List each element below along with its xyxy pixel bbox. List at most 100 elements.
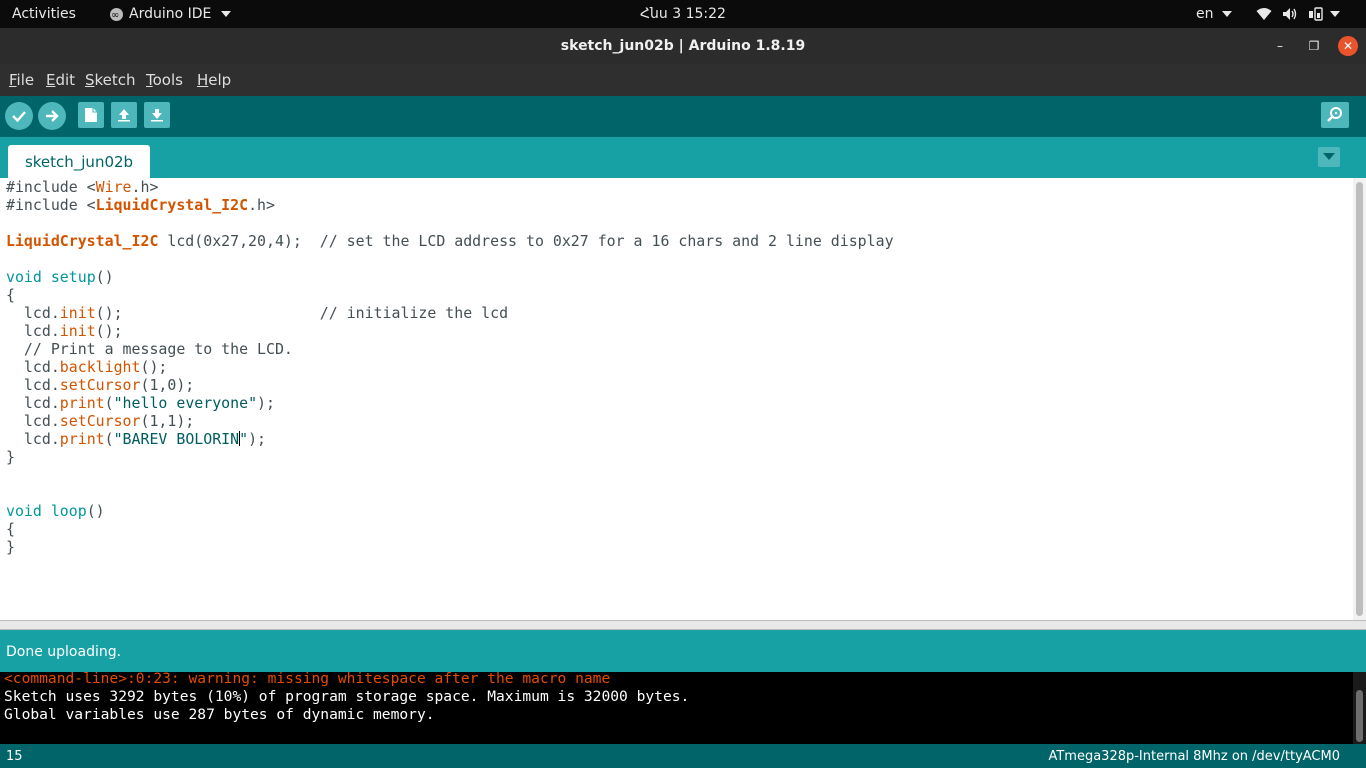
toolbar: [0, 96, 1366, 137]
language-label: en: [1196, 6, 1214, 22]
code-token: backlight: [59, 358, 141, 376]
code-editor[interactable]: #include <Wire.h> #include <LiquidCrystal…: [0, 178, 1353, 620]
chevron-down-icon: [221, 11, 232, 17]
code-token: );: [257, 394, 275, 412]
code-token: init: [59, 304, 96, 322]
code-token: (: [104, 394, 114, 412]
battery-icon: [1309, 7, 1323, 21]
close-button[interactable]: ✕: [1338, 36, 1358, 56]
arduino-app-icon: [110, 2, 123, 30]
menu-help[interactable]: Help: [197, 64, 231, 96]
editor-scrollbar[interactable]: [1353, 178, 1366, 620]
console-warning-line: <command-line>:0:23: warning: missing wh…: [4, 672, 611, 687]
new-sketch-button[interactable]: [78, 102, 104, 128]
scrollbar-thumb[interactable]: [1356, 690, 1363, 742]
code-token: .h>: [131, 178, 159, 196]
code-token: lcd(0x27,20,4);: [158, 232, 320, 250]
code-comment: // initialize the lcd: [319, 304, 509, 322]
scrollbar-thumb[interactable]: [1356, 182, 1363, 616]
chevron-down-icon: [1330, 11, 1340, 17]
magnifier-icon: [1327, 107, 1342, 122]
new-file-icon: [85, 108, 97, 122]
save-button[interactable]: [144, 102, 170, 128]
console-scrollbar[interactable]: [1353, 672, 1366, 744]
code-line: {: [6, 520, 15, 538]
chevron-down-icon: [1221, 11, 1232, 17]
code-line: lcd.setCursor(1,0);: [6, 376, 894, 394]
open-button[interactable]: [111, 102, 137, 128]
menu-label: ketch: [94, 71, 136, 89]
code-line: lcd.init(); // initialize the lcd: [6, 304, 894, 322]
code-line: }: [6, 448, 15, 466]
board-port-info: ATmega328p-Internal 8Mhz on /dev/ttyACM0: [1048, 749, 1340, 764]
code-token: (1,1);: [140, 412, 195, 430]
mnemonic: H: [197, 71, 209, 89]
code-line: lcd.setCursor(1,1);: [6, 412, 894, 430]
code-token: lcd.: [6, 304, 60, 322]
code-token: setCursor: [59, 376, 141, 394]
verify-button[interactable]: [5, 102, 33, 130]
volume-icon: [1283, 8, 1297, 20]
console-line: Global variables use 287 bytes of dynami…: [4, 706, 435, 723]
wifi-icon: [1256, 8, 1272, 20]
window-title: sketch_jun02b | Arduino 1.8.19: [560, 38, 806, 54]
code-text[interactable]: #include <Wire.h> #include <LiquidCrystal…: [6, 178, 894, 556]
menu-sketch[interactable]: Sketch: [85, 64, 136, 96]
code-token: lcd.: [6, 394, 60, 412]
code-token: #include <: [6, 178, 96, 196]
menu-edit[interactable]: Edit: [46, 64, 75, 96]
arrow-right-icon: [46, 110, 59, 122]
code-line: #include <LiquidCrystal_I2C.h>: [6, 196, 894, 214]
code-string: "BAREV BOLORIN: [113, 430, 240, 448]
triangle-down-icon: [1323, 153, 1335, 160]
code-line: lcd.print("hello everyone");: [6, 394, 894, 412]
code-token: lcd.: [6, 412, 60, 430]
window-title-bar[interactable]: sketch_jun02b | Arduino 1.8.19 – ❐ ✕: [0, 28, 1366, 64]
code-line: LiquidCrystal_I2C lcd(0x27,20,4); // set…: [6, 232, 894, 250]
code-token: init: [59, 322, 96, 340]
app-menu[interactable]: Arduino IDE: [110, 0, 232, 30]
code-token: .h>: [248, 196, 275, 214]
tab-menu-button[interactable]: [1318, 147, 1340, 167]
menu-bar: File Edit Sketch Tools Help: [0, 64, 1366, 96]
mnemonic: T: [146, 71, 153, 89]
maximize-button[interactable]: ❐: [1304, 36, 1324, 56]
code-line: #include <Wire.h>: [6, 178, 894, 196]
menu-label: elp: [208, 71, 232, 89]
menu-file[interactable]: File: [9, 64, 34, 96]
console-output[interactable]: <command-line>:0:23: warning: missing wh…: [0, 672, 1353, 744]
minimize-button[interactable]: –: [1270, 36, 1290, 56]
upload-button[interactable]: [38, 102, 66, 130]
splitter[interactable]: [0, 620, 1366, 630]
clock[interactable]: Հնս 3 15:22: [583, 0, 783, 28]
system-menu[interactable]: [1256, 0, 1340, 28]
tab-sketch[interactable]: sketch_jun02b: [8, 145, 150, 178]
input-language-menu[interactable]: en: [1196, 0, 1232, 28]
menu-label: ools: [152, 71, 183, 89]
code-line: // Print a message to the LCD.: [6, 340, 293, 358]
console-text: <command-line>:0:23: warning: missing wh…: [4, 672, 689, 724]
tab-strip: sketch_jun02b: [0, 137, 1366, 178]
code-token: (): [86, 502, 105, 520]
mnemonic: F: [9, 71, 17, 89]
code-token: (): [95, 268, 114, 286]
status-message: Done uploading.: [6, 644, 122, 660]
activities-button[interactable]: Activities: [12, 0, 76, 28]
code-token: ();: [140, 358, 168, 376]
status-bar: Done uploading.: [0, 630, 1366, 672]
system-top-bar: Activities Arduino IDE Հնս 3 15:22 en: [0, 0, 1366, 30]
code-line: lcd.init();: [6, 322, 894, 340]
serial-monitor-button[interactable]: [1321, 102, 1349, 128]
code-line: lcd.backlight();: [6, 358, 894, 376]
code-token: lcd.: [6, 376, 60, 394]
menu-tools[interactable]: Tools: [146, 64, 183, 96]
code-token: setCursor: [59, 412, 141, 430]
code-token: Wire: [95, 178, 132, 196]
code-token: ();: [95, 322, 123, 340]
code-token: lcd.: [6, 430, 60, 448]
